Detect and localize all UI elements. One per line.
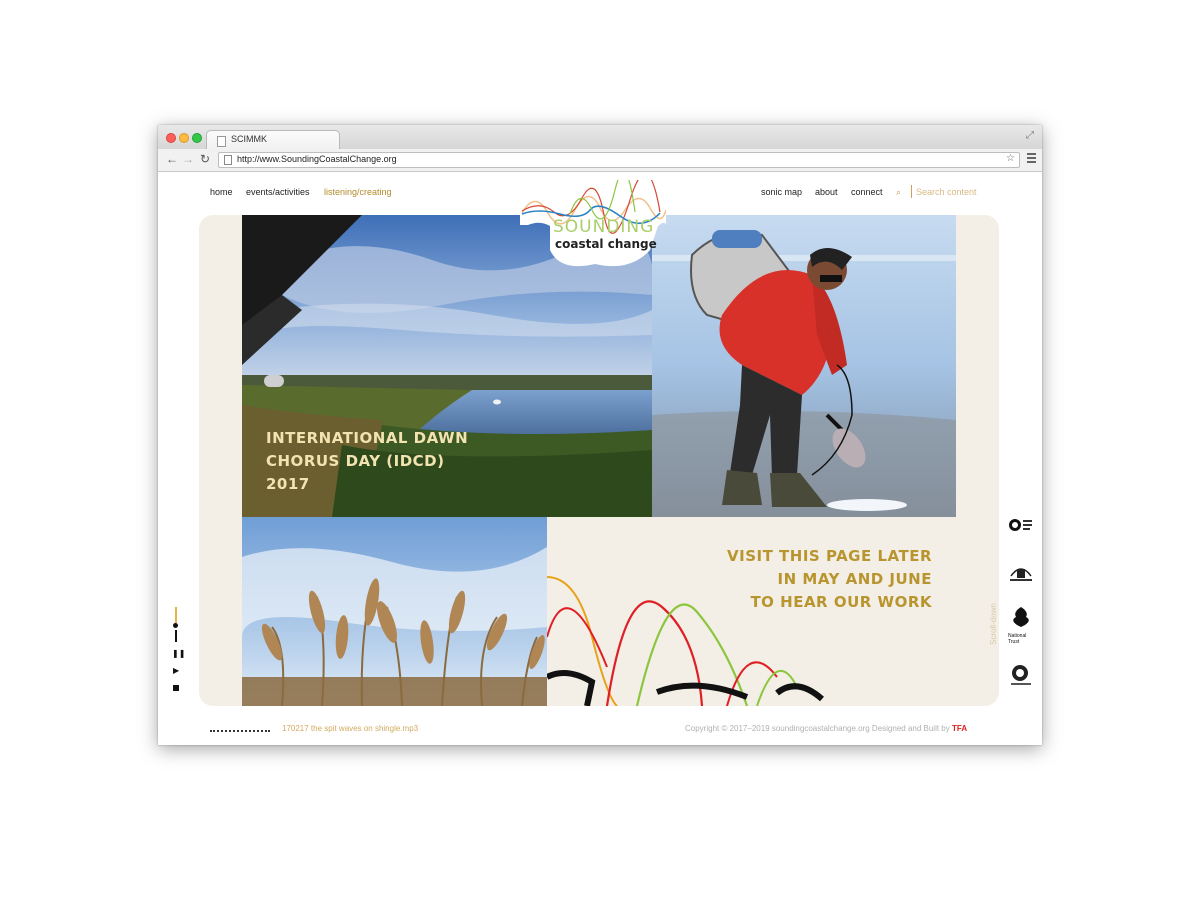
nav-sonic-map[interactable]: sonic map <box>761 187 802 197</box>
tile-visit-later[interactable]: VISIT THIS PAGE LATER IN MAY AND JUNE TO… <box>547 517 956 706</box>
tile-field-recording[interactable] <box>652 215 956 517</box>
bookmark-star-icon[interactable]: ☆ <box>1006 153 1015 164</box>
logo-word-coastal-change: coastal change <box>555 237 657 251</box>
search-divider <box>911 185 912 198</box>
dundee-logo[interactable] <box>1008 562 1034 589</box>
content-panel: INTERNATIONAL DAWN CHORUS DAY (IDCD) 201… <box>199 215 999 706</box>
browser-toolbar: ← → ↻ http://www.SoundingCoastalChange.o… <box>158 149 1042 172</box>
copyright-text: Copyright © 2017–2019 soundingcoastalcha… <box>685 724 950 733</box>
volume-level <box>175 630 177 642</box>
nav-listening-creating[interactable]: listening/creating <box>324 187 392 197</box>
tfa-brand[interactable]: TFA <box>952 724 967 733</box>
page-icon <box>217 136 226 147</box>
search-icon[interactable]: ⌕ <box>896 187 901 198</box>
pause-icon[interactable]: ❚❚ <box>172 649 185 658</box>
open-university-logo[interactable] <box>1008 517 1034 540</box>
oak-leaf-icon <box>1013 607 1029 627</box>
tab-title: SCIMMK <box>231 134 267 144</box>
url-text: http://www.SoundingCoastalChange.org <box>237 154 397 164</box>
fullscreen-icon[interactable]: ⤢ <box>1026 130 1034 141</box>
scroll-down-label[interactable]: Scroll-down <box>989 603 998 645</box>
open-university-icon <box>1009 519 1032 531</box>
logo-word-sounding: SOUNDING <box>553 217 655 237</box>
idcd-title-line-3: 2017 <box>266 475 310 493</box>
now-playing-track[interactable]: 170217 the spit waves on shingle.mp3 <box>282 724 418 733</box>
play-icon[interactable]: ▶ <box>173 666 179 675</box>
national-trust-logo[interactable]: National Trust <box>1008 606 1034 645</box>
site-logo[interactable]: SOUNDING coastal change <box>520 180 666 275</box>
search-input[interactable] <box>916 184 1026 200</box>
zoom-window-button[interactable] <box>192 133 202 143</box>
ahrc-icon <box>1011 665 1031 685</box>
idcd-title-line-1: INTERNATIONAL DAWN <box>266 429 469 447</box>
field-recording-photo <box>652 215 956 517</box>
visit-line-2: IN MAY AND JUNE <box>777 570 932 588</box>
national-trust-label: National Trust <box>1008 633 1027 645</box>
nav-about[interactable]: about <box>815 187 838 197</box>
nav-connect[interactable]: connect <box>851 187 883 197</box>
tab-bar: SCIMMK ⤢ <box>158 125 1042 150</box>
volume-track[interactable] <box>175 607 177 623</box>
dundee-crest-icon <box>1010 568 1032 581</box>
address-bar[interactable]: http://www.SoundingCoastalChange.org ☆ <box>218 152 1020 168</box>
visit-line-3: TO HEAR OUR WORK <box>750 593 932 611</box>
browser-tab[interactable]: SCIMMK <box>206 130 340 150</box>
page-icon <box>224 155 232 165</box>
forward-icon[interactable]: → <box>182 152 194 166</box>
menu-icon[interactable] <box>1027 153 1036 165</box>
tile-reeds[interactable] <box>242 517 547 706</box>
reeds-photo <box>242 517 547 706</box>
back-icon[interactable]: ← <box>166 152 178 166</box>
ahrc-logo[interactable] <box>1008 664 1034 693</box>
reload-icon[interactable]: ↻ <box>200 152 210 166</box>
minimize-window-button[interactable] <box>179 133 189 143</box>
website: home events/activities listening/creatin… <box>158 172 1042 745</box>
idcd-title-line-2: CHORUS DAY (IDCD) <box>266 452 445 470</box>
browser-window: SCIMMK ⤢ ← → ↻ http://www.SoundingCoasta… <box>158 125 1042 745</box>
copyright: Copyright © 2017–2019 soundingcoastalcha… <box>685 724 967 733</box>
track-progress[interactable] <box>210 730 270 732</box>
volume-knob[interactable] <box>173 623 178 628</box>
stop-icon[interactable] <box>173 685 179 691</box>
nav-events-activities[interactable]: events/activities <box>246 187 310 197</box>
nav-home[interactable]: home <box>210 187 233 197</box>
close-window-button[interactable] <box>166 133 176 143</box>
visit-line-1: VISIT THIS PAGE LATER <box>727 547 932 565</box>
